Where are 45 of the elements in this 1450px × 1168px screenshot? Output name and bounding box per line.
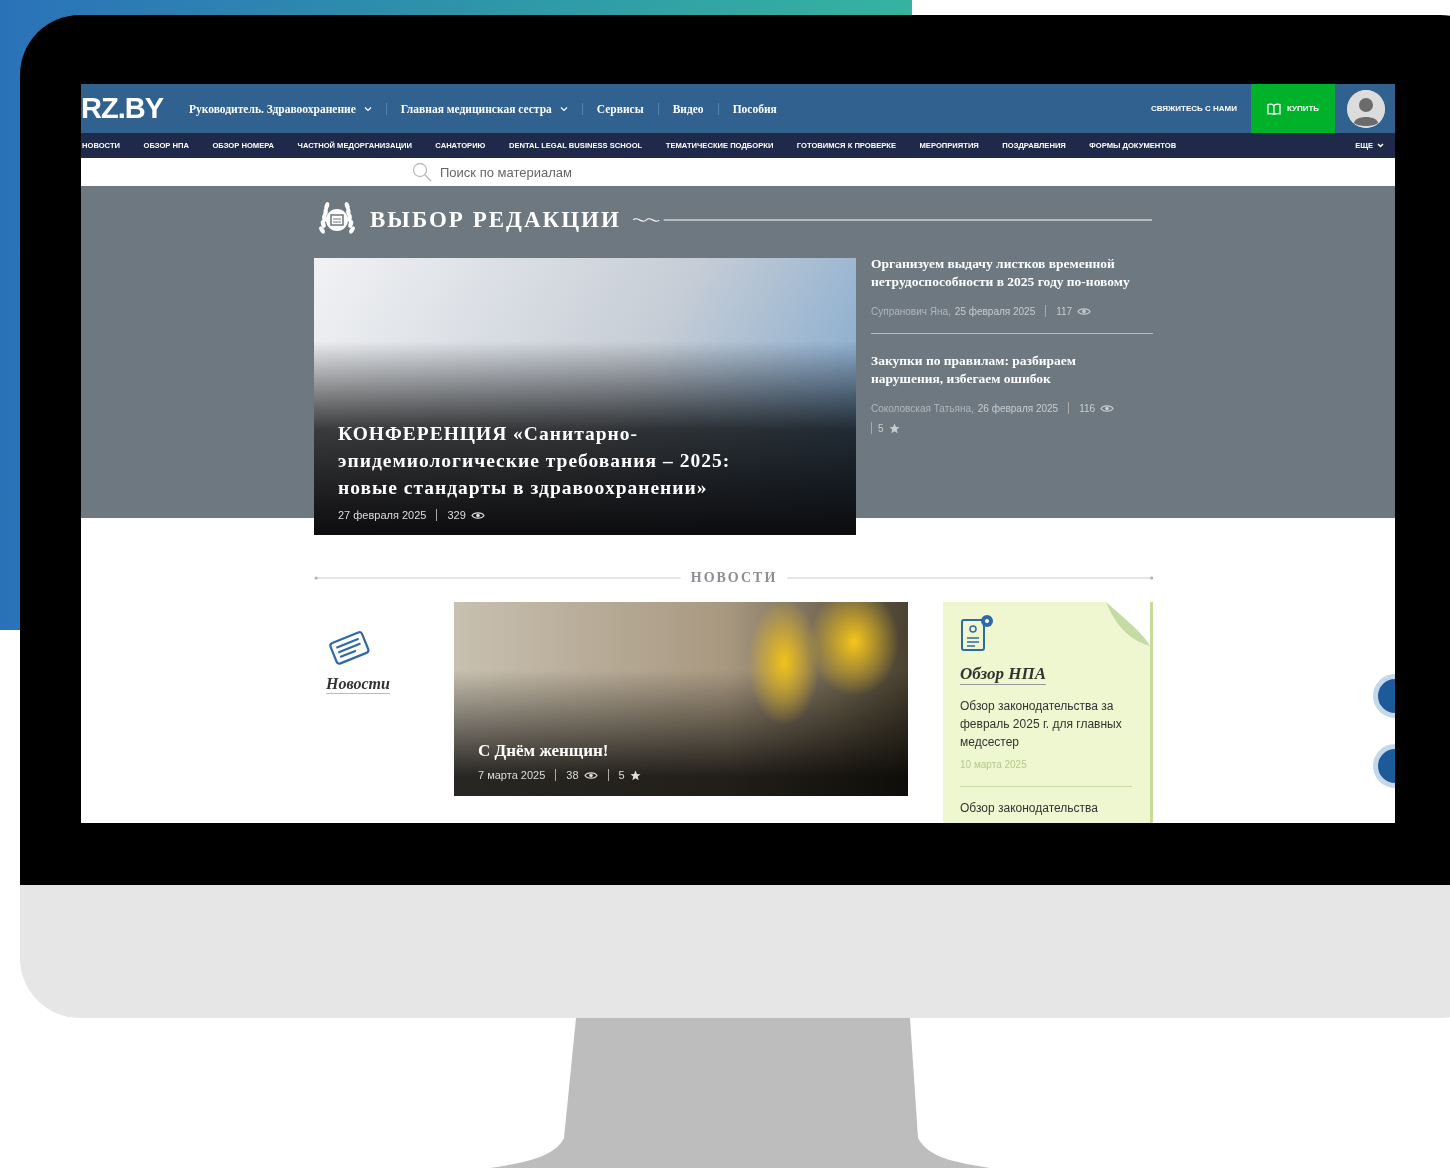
star-icon [888, 422, 900, 434]
panel-title[interactable]: Обзор НПА [960, 664, 1046, 685]
nav-link[interactable]: Руководитель. Здравоохранение [175, 102, 387, 115]
article-title: С Днём женщин! [478, 741, 610, 761]
article-date: 26 февраля 2025 [977, 402, 1059, 414]
view-count: 329 [447, 509, 466, 521]
article-title[interactable]: Организуем выдачу листков временной нетрудоспособности в 2025 году по-новому [871, 255, 1153, 291]
article-author: Супранович Яна, [871, 305, 951, 317]
chevron-down-icon [363, 105, 372, 112]
article-date: 27 февраля 2025 [338, 509, 427, 521]
section-title: ВЫБОР РЕДАКЦИИ [370, 207, 621, 233]
article-author: Соколовская Татьяна, [871, 402, 974, 414]
eye-icon [1077, 306, 1092, 316]
rating-count: 5 [618, 769, 625, 781]
section-title: НОВОСТИ [690, 570, 778, 586]
review-link[interactable]: Обзор законодательства за февраль 2025 г. для главных медсестер [960, 697, 1132, 751]
nav-link[interactable]: Главная медицинская сестра [386, 102, 583, 115]
review-date: 10 марта 2025 [960, 759, 1027, 770]
featured-article-card[interactable]: КОНФЕРЕНЦИЯ «Санитарно-эпидемиологические требования – 2025: новые стандарты в здравоохранении» 27 февраля 2025 329 [314, 258, 856, 535]
eye-icon [470, 510, 485, 520]
chevron-down-icon [1377, 143, 1384, 148]
nav-link[interactable]: Видео [658, 102, 719, 115]
news-article-card[interactable]: С Днём женщин! 7 марта 2025 38 5 [454, 602, 908, 796]
site-logo[interactable]: RZ.BY [81, 92, 163, 125]
nav-link[interactable]: Сервисы [582, 102, 659, 115]
search-icon [412, 162, 432, 182]
view-count: 116 [1079, 402, 1096, 414]
article-title[interactable]: Закупки по правилам: разбираем нарушения, избегаем ошибок [871, 352, 1153, 388]
eye-icon [583, 770, 598, 780]
article-title: КОНФЕРЕНЦИЯ «Санитарно-эпидемиологические требования – 2025: новые стандарты в здравоохранении» [338, 422, 732, 500]
view-count: 38 [566, 769, 579, 781]
chevron-down-icon [559, 105, 568, 112]
star-icon [629, 769, 641, 781]
nav-link[interactable]: Пособия [718, 102, 791, 115]
document-eye-icon [960, 614, 994, 652]
article-date: 25 февраля 2025 [954, 305, 1036, 317]
book-icon [1266, 102, 1281, 115]
article-date: 7 марта 2025 [478, 769, 546, 781]
eye-icon [1100, 403, 1115, 413]
avatar-icon[interactable] [1347, 89, 1385, 128]
rating-count: 5 [878, 422, 884, 434]
section-link[interactable]: Новости [326, 675, 390, 694]
view-count: 117 [1056, 305, 1073, 317]
review-link[interactable]: Обзор законодательства [960, 799, 1132, 817]
contact-link[interactable]: СВЯЖИТЕСЬ С НАМИ [1150, 104, 1237, 113]
